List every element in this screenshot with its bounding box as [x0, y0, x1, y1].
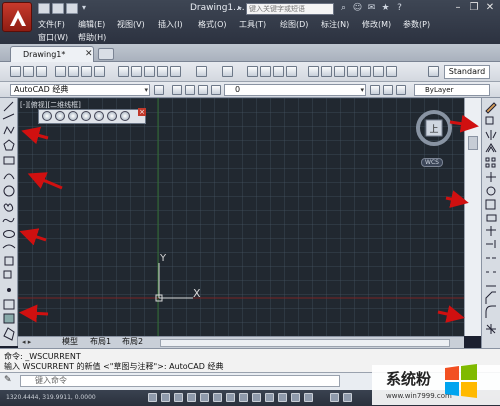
arrow-right-3: [437, 305, 465, 323]
arrow-right-1: [449, 114, 479, 133]
arrow-left-2: [27, 172, 63, 190]
arrow-left-3: [19, 228, 47, 246]
arrow-right-2: [445, 190, 469, 208]
annotation-arrows: [19, 114, 479, 323]
arrow-left-4: [19, 304, 49, 323]
arrow-left-1: [21, 126, 49, 145]
